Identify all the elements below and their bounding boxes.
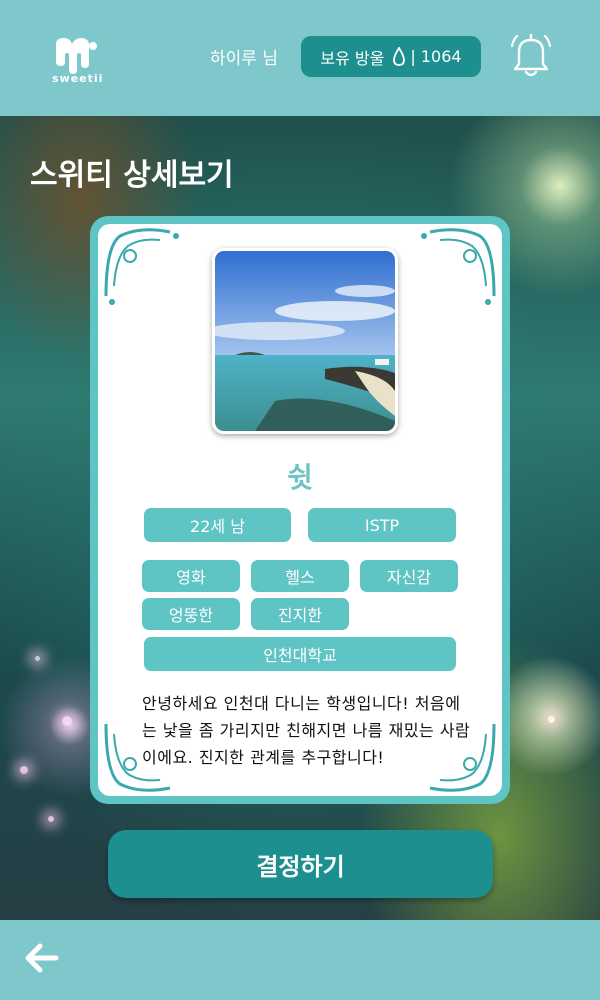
glow-light	[62, 716, 72, 726]
top-header: sweetii 하이루 님 보유 방울 | 1064	[0, 0, 600, 116]
bell-icon[interactable]	[508, 32, 554, 80]
profile-card-body: 쉿 22세 남 ISTP 영화 헬스 자신감 엉뚱한 진지한 인천대학교 안녕하…	[98, 224, 502, 796]
glow-light	[548, 716, 555, 723]
arrow-left-icon[interactable]	[24, 942, 60, 974]
profile-photo	[212, 248, 398, 434]
water-drop-icon	[392, 46, 406, 67]
username-label: 하이루 님	[210, 49, 278, 69]
tag-trait: 진지한	[251, 598, 349, 630]
bottom-bar	[0, 920, 600, 1000]
logo-text: sweetii	[52, 72, 104, 85]
tag-interest: 헬스	[251, 560, 349, 592]
profile-card: 쉿 22세 남 ISTP 영화 헬스 자신감 엉뚱한 진지한 인천대학교 안녕하…	[90, 216, 510, 804]
tag-school: 인천대학교	[144, 637, 456, 671]
drops-balance-badge[interactable]: 보유 방울 | 1064	[301, 36, 481, 77]
profile-nickname: 쉿	[287, 461, 313, 494]
profile-intro-text: 안녕하세요 인천대 다니는 학생입니다! 처음에는 낯을 좀 가리지만 친해지면…	[142, 694, 471, 767]
glow-light	[20, 766, 28, 774]
tag-trait: 엉뚱한	[142, 598, 240, 630]
tag-age-gender: 22세 남	[144, 508, 291, 542]
tag-mbti: ISTP	[308, 508, 456, 542]
drops-label: 보유 방울	[320, 48, 385, 68]
drops-count: | 1064	[410, 47, 462, 66]
ornament-corner-top-left	[104, 228, 179, 305]
tag-interest: 자신감	[360, 560, 458, 592]
page-title: 스위티 상세보기	[30, 158, 234, 193]
tag-interest: 영화	[142, 560, 240, 592]
ornament-corner-top-right	[421, 228, 496, 305]
glow-light	[35, 656, 40, 661]
glow-light	[48, 816, 54, 822]
decide-button[interactable]: 결정하기	[108, 830, 493, 898]
